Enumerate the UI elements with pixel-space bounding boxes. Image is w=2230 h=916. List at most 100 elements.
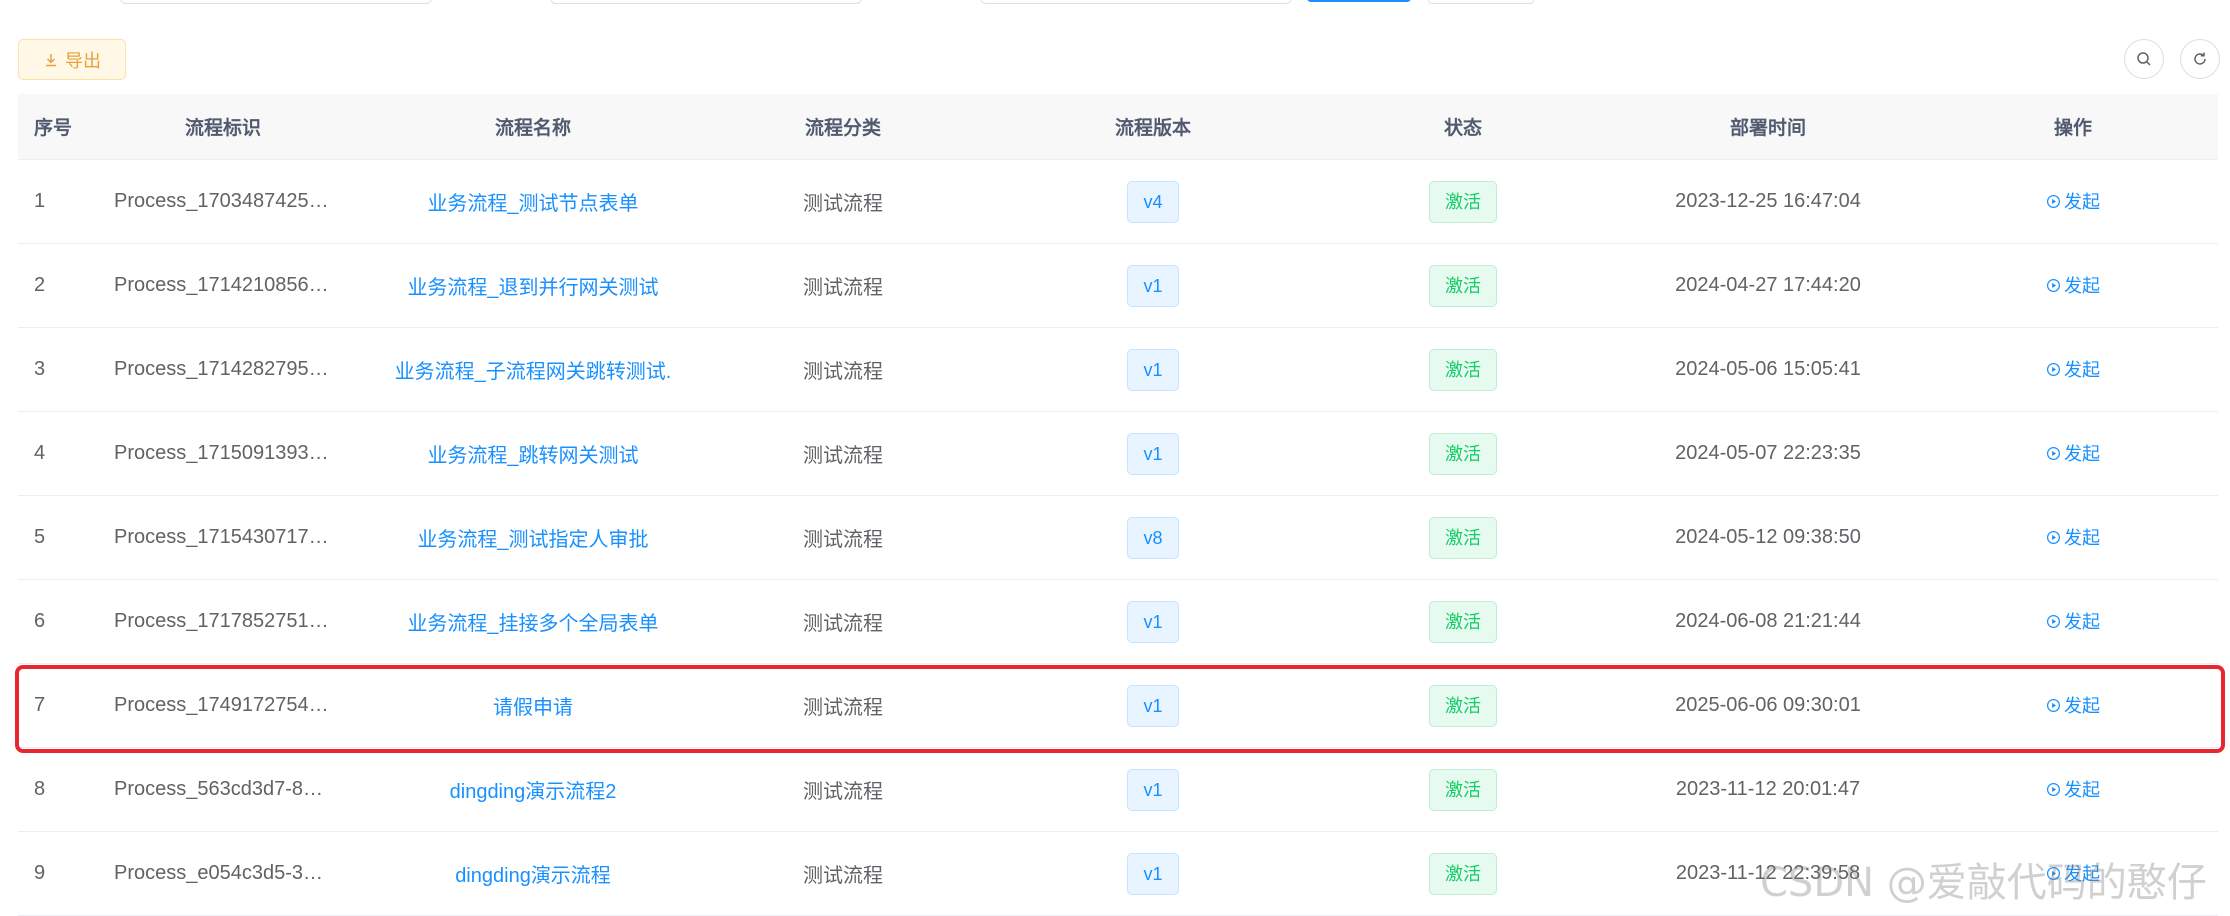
row-key-text: Process_1717852751704 [114, 610, 338, 632]
refresh-button[interactable] [2180, 39, 2220, 79]
start-process-button[interactable]: 发起 [2046, 524, 2100, 550]
row-key-text: Process_1703487425305 [114, 190, 338, 212]
row-operation-cell: 发起 [1958, 692, 2188, 719]
row-operation-cell: 发起 [1958, 524, 2188, 551]
play-circle-icon [2046, 278, 2061, 292]
row-index-cell: 8 [18, 778, 108, 801]
row-key-text: Process_1749172754648 [114, 694, 338, 716]
row-version-cell: v1 [958, 264, 1348, 307]
process-name-link[interactable]: 业务流程_跳转网关测试 [427, 445, 638, 467]
header-deploy-time: 部署时间 [1729, 118, 1806, 139]
start-process-button[interactable]: 发起 [2046, 272, 2100, 298]
process-name-link[interactable]: 业务流程_退到并行网关测试 [407, 277, 658, 299]
row-index-text: 5 [34, 526, 46, 548]
row-category-cell: 测试流程 [728, 439, 958, 468]
play-circle-icon [2046, 446, 2061, 460]
start-process-button[interactable]: 发起 [2046, 440, 2100, 466]
row-category-cell: 测试流程 [728, 775, 958, 804]
row-category-cell: 测试流程 [728, 271, 958, 300]
row-name-cell: dingding演示流程 [338, 859, 728, 888]
search-button[interactable] [1307, 0, 1411, 2]
row-deploy-time-text: 2024-05-06 15:05:41 [1675, 358, 1861, 380]
play-circle-icon [2046, 530, 2061, 544]
table-row: 8 Process_563cd3d7-8768-4... dingding演示流程2… [18, 748, 2218, 832]
start-process-label: 发起 [2064, 528, 2100, 549]
row-index-cell: 6 [18, 610, 108, 633]
status-badge: 激活 [1429, 600, 1497, 643]
status-badge: 激活 [1429, 852, 1497, 895]
table-row: 3 Process_1714282795145 业务流程_子流程网关跳转测试. 测试流… [18, 328, 2218, 412]
process-name-link[interactable]: 业务流程_子流程网关跳转测试. [395, 361, 672, 383]
header-version: 流程版本 [1114, 118, 1191, 139]
row-deploy-time-cell: 2024-04-27 17:44:20 [1578, 274, 1958, 297]
start-process-button[interactable]: 发起 [2046, 608, 2100, 634]
version-tag: v1 [1127, 600, 1179, 643]
row-key-cell: Process_1715091393840 [108, 442, 338, 465]
row-category-cell: 测试流程 [728, 355, 958, 384]
filter-input-3[interactable] [980, 0, 1292, 4]
start-process-label: 发起 [2064, 360, 2100, 381]
row-category-text: 测试流程 [803, 865, 883, 887]
row-index-cell: 3 [18, 358, 108, 381]
process-name-link[interactable]: 业务流程_挂接多个全局表单 [407, 613, 658, 635]
row-version-cell: v1 [958, 684, 1348, 727]
row-deploy-time-text: 2024-05-12 09:38:50 [1675, 526, 1861, 548]
row-index-text: 8 [34, 778, 46, 800]
row-category-text: 测试流程 [803, 697, 883, 719]
filter-input-2[interactable] [550, 0, 862, 4]
start-process-button[interactable]: 发起 [2046, 776, 2100, 802]
filter-bar [0, 0, 2230, 6]
row-operation-cell: 发起 [1958, 608, 2188, 635]
row-name-cell: 业务流程_跳转网关测试 [338, 439, 728, 468]
row-key-text: Process_1715430717789 [114, 526, 338, 548]
row-index-cell: 5 [18, 526, 108, 549]
row-index-text: 3 [34, 358, 46, 380]
row-version-cell: v1 [958, 432, 1348, 475]
row-deploy-time-text: 2023-11-12 20:01:47 [1675, 778, 1861, 800]
process-name-link[interactable]: 请假申请 [493, 697, 573, 719]
row-version-cell: v8 [958, 516, 1348, 559]
row-deploy-time-text: 2024-05-07 22:23:35 [1675, 442, 1861, 464]
row-status-cell: 激活 [1348, 264, 1578, 307]
row-index-text: 2 [34, 274, 46, 296]
process-name-link[interactable]: 业务流程_测试节点表单 [427, 193, 638, 215]
row-deploy-time-cell: 2025-06-06 09:30:01 [1578, 694, 1958, 717]
header-key: 流程标识 [184, 118, 261, 139]
row-operation-cell: 发起 [1958, 440, 2188, 467]
row-key-cell: Process_e054c3d5-328a-4... [108, 862, 338, 885]
reset-button[interactable] [1428, 0, 1534, 4]
start-process-button[interactable]: 发起 [2046, 188, 2100, 214]
filter-input-1[interactable] [120, 0, 432, 4]
start-process-button[interactable]: 发起 [2046, 692, 2100, 718]
start-process-label: 发起 [2064, 696, 2100, 717]
version-tag: v1 [1127, 264, 1179, 307]
download-icon [46, 53, 56, 66]
row-deploy-time-cell: 2024-05-12 09:38:50 [1578, 526, 1958, 549]
version-tag: v4 [1127, 180, 1179, 223]
row-key-text: Process_1715091393840 [114, 442, 338, 464]
process-name-link[interactable]: dingding演示流程 [455, 865, 611, 887]
row-status-cell: 激活 [1348, 432, 1578, 475]
row-category-text: 测试流程 [803, 529, 883, 551]
table-row: 5 Process_1715430717789 业务流程_测试指定人审批 测试流程 v8… [18, 496, 2218, 580]
export-button[interactable]: 导出 [18, 39, 126, 80]
status-badge: 激活 [1429, 348, 1497, 391]
start-process-label: 发起 [2064, 780, 2100, 801]
process-name-link[interactable]: 业务流程_测试指定人审批 [417, 529, 648, 551]
search-toggle-button[interactable] [2124, 39, 2164, 79]
row-name-cell: 请假申请 [338, 691, 728, 720]
process-name-link[interactable]: dingding演示流程2 [450, 781, 617, 803]
row-index-cell: 1 [18, 190, 108, 213]
version-tag: v1 [1127, 348, 1179, 391]
process-table: 序号 流程标识 流程名称 流程分类 流程版本 状态 部署时间 操作 1 Proce… [18, 94, 2218, 916]
row-deploy-time-cell: 2023-12-25 16:47:04 [1578, 190, 1958, 213]
row-deploy-time-cell: 2024-05-07 22:23:35 [1578, 442, 1958, 465]
header-category: 流程分类 [804, 118, 881, 139]
row-version-cell: v1 [958, 600, 1348, 643]
start-process-button[interactable]: 发起 [2046, 356, 2100, 382]
row-operation-cell: 发起 [1958, 776, 2188, 803]
row-index-text: 6 [34, 610, 46, 632]
row-category-text: 测试流程 [803, 277, 883, 299]
status-badge: 激活 [1429, 432, 1497, 475]
row-category-text: 测试流程 [803, 193, 883, 215]
